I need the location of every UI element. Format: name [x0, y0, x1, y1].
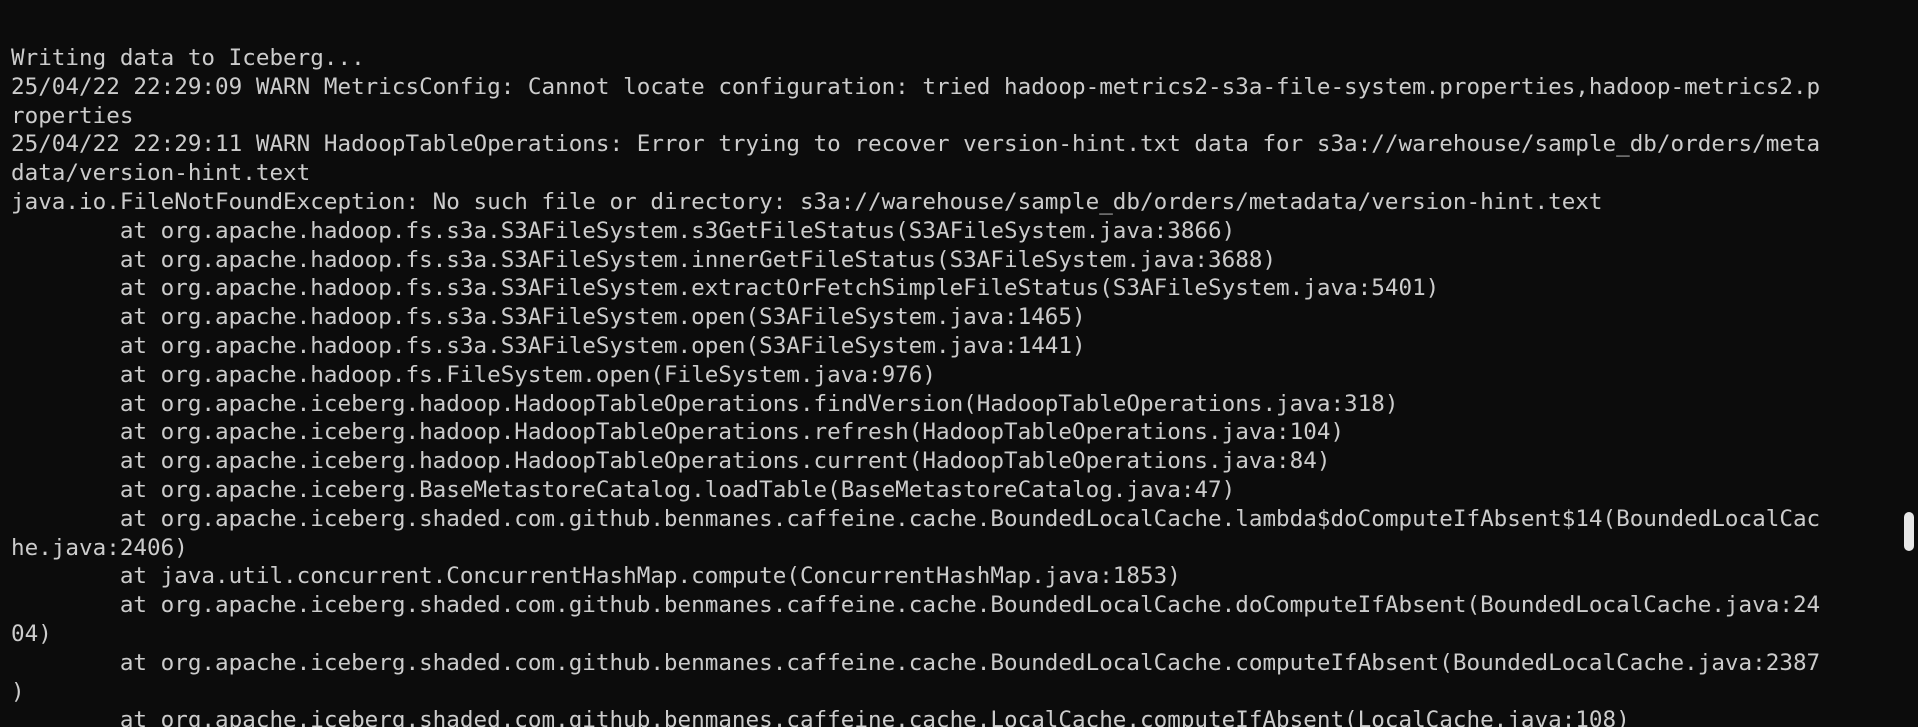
terminal-line: at org.apache.iceberg.shaded.com.github.…	[11, 592, 1821, 619]
scrollbar-thumb[interactable]	[1904, 512, 1914, 551]
terminal-line: at org.apache.hadoop.fs.s3a.S3AFileSyste…	[11, 275, 1440, 302]
terminal-line: 25/04/22 22:29:11 WARN HadoopTableOperat…	[11, 131, 1821, 158]
terminal-line: at org.apache.iceberg.hadoop.HadoopTable…	[11, 448, 1331, 475]
terminal-line: roperties	[11, 102, 134, 129]
terminal-window[interactable]: Writing data to Iceberg... 25/04/22 22:29…	[0, 0, 1900, 727]
terminal-line: 04)	[11, 620, 52, 647]
terminal-line: )	[11, 678, 25, 705]
terminal-line: he.java:2406)	[11, 534, 188, 561]
terminal-line: data/version-hint.text	[11, 160, 311, 187]
terminal-line: at org.apache.hadoop.fs.FileSystem.open(…	[11, 361, 936, 388]
terminal-line: at org.apache.hadoop.fs.s3a.S3AFileSyste…	[11, 304, 1086, 331]
terminal-line: at org.apache.iceberg.hadoop.HadoopTable…	[11, 419, 1345, 446]
terminal-line: at java.util.concurrent.ConcurrentHashMa…	[11, 563, 1181, 590]
terminal-line: at org.apache.iceberg.shaded.com.github.…	[11, 707, 1630, 727]
terminal-line: at org.apache.iceberg.BaseMetastoreCatal…	[11, 476, 1236, 503]
terminal-line: at org.apache.hadoop.fs.s3a.S3AFileSyste…	[11, 246, 1277, 273]
terminal-line: at org.apache.iceberg.shaded.com.github.…	[11, 505, 1821, 532]
terminal-line: at org.apache.iceberg.shaded.com.github.…	[11, 649, 1821, 676]
terminal-line: Writing data to Iceberg...	[11, 45, 365, 71]
terminal-line: java.io.FileNotFoundException: No such f…	[11, 188, 1603, 215]
terminal-line: at org.apache.hadoop.fs.s3a.S3AFileSyste…	[11, 332, 1086, 359]
terminal-line: at org.apache.iceberg.hadoop.HadoopTable…	[11, 390, 1399, 417]
vertical-scrollbar[interactable]	[1900, 0, 1918, 727]
terminal-line: at org.apache.hadoop.fs.s3a.S3AFileSyste…	[11, 217, 1236, 244]
terminal-line: 25/04/22 22:29:09 WARN MetricsConfig: Ca…	[11, 73, 1821, 100]
terminal-output[interactable]: Writing data to Iceberg... 25/04/22 22:29…	[11, 44, 1820, 727]
